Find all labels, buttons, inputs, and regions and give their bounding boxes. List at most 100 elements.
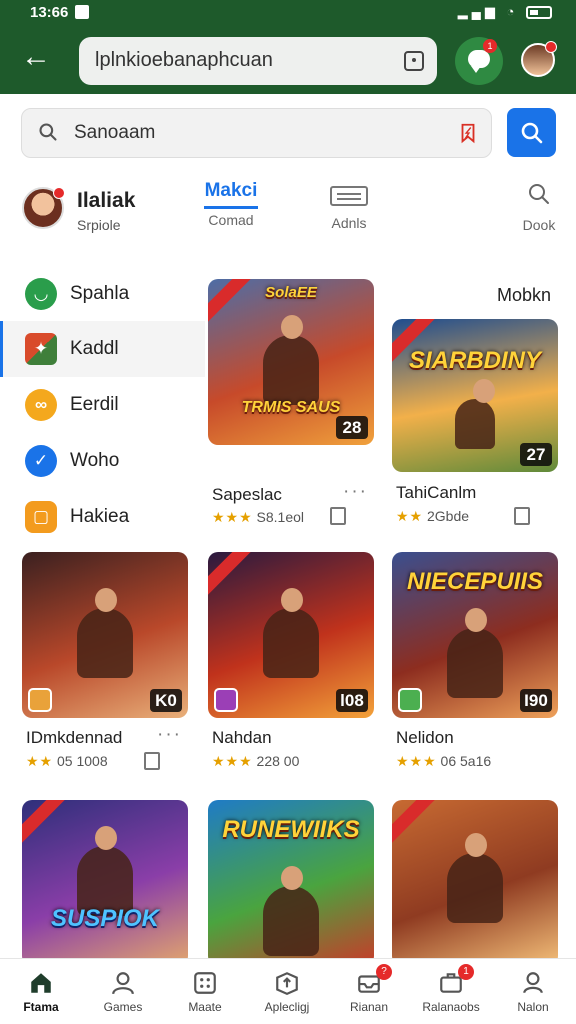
sidebar-item-kaddl[interactable]: ✦ Kaddl [0,321,205,377]
app-screen: 13:66 ▂▄▆ ◔ ← lplnkioebanaphcuan 1 Sanoa… [0,0,576,1024]
wifi-icon: ◔ [506,4,519,19]
tab-makci[interactable]: Makci Comad [204,180,258,240]
character-art [447,833,503,924]
rating-stars: ★★ [396,508,424,524]
game-app-icon [214,688,238,712]
save-icon[interactable] [514,507,530,525]
thumbnail-title: SUSPIOK [50,905,160,932]
thumbnail-title: RUNEWIIKS [222,816,360,843]
nav-item-rianan[interactable]: ? Rianan [328,959,410,1024]
new-ribbon [208,552,256,599]
check-icon: ✓ [25,445,57,477]
game-thumbnail[interactable]: K0 [22,552,188,718]
game-thumbnail[interactable]: l08 [208,552,374,718]
game-thumbnail[interactable] [392,800,558,966]
game-name: Nelidon [396,728,454,747]
sidebar-item-hakiea[interactable]: ▢ Hakiea [0,489,205,545]
game-name: TahiCanlm [396,483,477,502]
nav-item-aplecligj[interactable]: Aplecligj [246,959,328,1024]
game-card[interactable]: SolaEE TRMIS SAUS 28 Sapeslac ··· ★★★ S8… [208,279,374,525]
inbox-icon: ? [356,964,392,996]
character-art [263,866,319,957]
game-app-icon [398,688,422,712]
character-art [455,378,495,449]
search-icon [39,123,57,141]
nav-item-maate[interactable]: Maate [164,959,246,1024]
game-rating: ★★★ 228 00 [212,753,299,770]
game-card[interactable]: NIECEPUIIS I90 Nelidon ★★★ 06 5a16 [392,552,558,769]
profile-subtitle: Srpiole [77,217,121,233]
search-button[interactable] [507,108,556,157]
game-card[interactable] [392,800,558,966]
nav-item-ftama[interactable]: Ftama [0,959,82,1024]
more-options-icon[interactable]: ··· [343,482,368,501]
rating-stars: ★★★ [212,753,253,769]
avatar-notification-dot [545,41,557,53]
nav-label: Games [103,1000,143,1014]
game-card[interactable]: K0 IDmkdennad ··· ★★ 05 1008 [22,552,188,770]
home-icon [31,973,51,993]
save-icon[interactable] [144,752,160,770]
rating-stars: ★★★ [212,509,253,525]
chat-badge: 1 [483,39,497,53]
profile-avatar[interactable] [22,187,65,229]
sidebar-item-label: Spahla [70,283,130,304]
tab-label: Adnls [331,215,367,231]
address-text: lplnkioebanaphcuan [95,49,273,71]
save-icon[interactable] [330,507,346,525]
status-icons: ▂▄▆ ◔ [458,4,552,20]
person-icon [112,972,134,995]
account-avatar[interactable] [521,41,557,77]
score-badge: K0 [150,689,182,712]
signal-icon: ▂▄▆ [457,4,499,19]
rating-stars: ★★ [26,753,54,769]
game-name: Sapeslac [212,485,282,504]
score-badge: l08 [336,689,368,712]
sidebar-item-label: Eerdil [70,394,119,415]
yellow-loop-icon: ∞ [25,389,57,421]
game-thumbnail[interactable]: SUSPIOK [22,800,188,966]
search-icon [521,122,543,144]
search-value: Sanoaam [74,122,156,143]
game-card[interactable]: l08 Nahdan ★★★ 228 00 [208,552,374,769]
search-input[interactable]: Sanoaam [21,108,492,158]
game-card[interactable]: RUNEWIIKS [208,800,374,966]
category-sidebar: ◡ Spahla ✦ Kaddl ∞ Eerdil ✓ Woho ▢ Hakie… [0,266,205,546]
tab-label: Dook [522,217,556,233]
address-bar[interactable]: lplnkioebanaphcuan [79,37,437,85]
tab-adnls[interactable]: Adnls [323,180,375,240]
nav-item-nalon[interactable]: Nalon [492,959,574,1024]
score-badge: 27 [520,443,552,466]
game-thumbnail[interactable]: NIECEPUIIS I90 [392,552,558,718]
rating-text: S8.1eol [256,509,305,525]
game-card[interactable]: SUSPIOK [22,800,188,966]
sidebar-item-woho[interactable]: ✓ Woho [0,433,205,489]
tab-dook[interactable]: Dook [512,180,566,240]
nav-item-games[interactable]: Games [82,959,164,1024]
nav-item-ralanaobs[interactable]: 1 Ralanaobs [410,959,492,1024]
android-icon: ◡ [25,278,57,310]
game-thumbnail[interactable]: RUNEWIIKS [208,800,374,966]
game-name: IDmkdennad [26,728,123,747]
game-card[interactable]: SIARBDINY 27 TahiCanlm ★★ 2Gbde [392,319,558,525]
camera-icon[interactable] [404,51,424,71]
game-board-icon: ✦ [25,333,57,365]
more-options-icon[interactable]: ··· [157,725,182,744]
chat-button[interactable]: 1 [455,37,503,85]
bookmark-icon[interactable] [457,121,479,145]
sidebar-item-label: Kaddl [70,338,119,359]
sidebar-item-label: Woho [70,450,120,471]
tab-label: Comad [208,212,254,228]
tab-title: Makci [204,180,258,201]
bottom-navigation: Ftama Games Maate Aplecligj ? Rianan 1 R… [0,958,576,1024]
sidebar-item-eerdil[interactable]: ∞ Eerdil [0,377,205,433]
sidebar-item-spahla[interactable]: ◡ Spahla [0,266,205,322]
game-thumbnail[interactable]: SolaEE TRMIS SAUS 28 [208,279,374,445]
briefcase-icon: 1 [438,964,474,996]
profile-notification-dot [53,187,65,199]
back-button[interactable]: ← [18,42,54,78]
nav-label: Aplecligj [264,1000,310,1014]
nav-label: Ftama [23,1000,59,1014]
game-thumbnail[interactable]: SIARBDINY 27 [392,319,558,472]
game-rating: ★★★ 06 5a16 [396,753,491,770]
